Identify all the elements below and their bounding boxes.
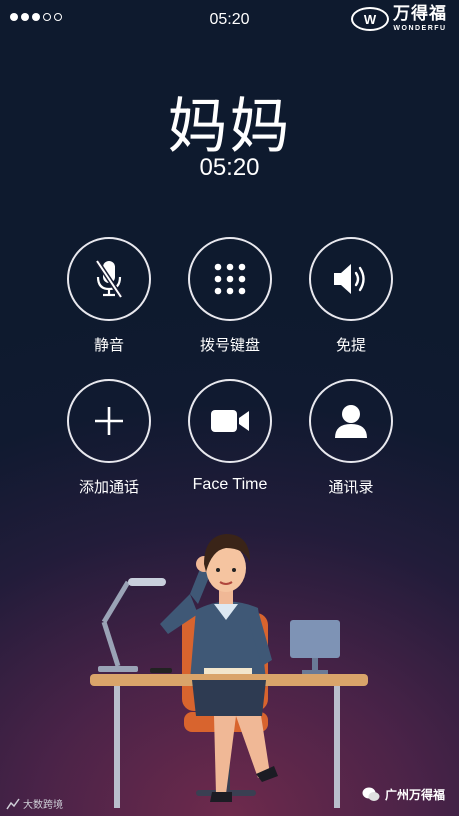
contact-person-icon	[335, 405, 367, 438]
desk-lamp-icon	[98, 578, 166, 672]
watermark-right-text: 广州万得福	[384, 788, 445, 802]
brand-name-cn: 万得福	[393, 4, 447, 24]
add-call-button[interactable]: 添加通话	[49, 379, 169, 497]
facetime-button[interactable]: Face Time	[170, 379, 290, 494]
brand-logo: W 万得福 WONDERFU	[351, 6, 447, 32]
add-call-circle[interactable]	[67, 379, 151, 463]
brand-mark-icon: W	[351, 7, 389, 31]
video-camera-icon	[211, 410, 249, 432]
facetime-label: Face Time	[192, 476, 268, 493]
watermark-left-text: 大数跨境	[23, 800, 63, 811]
mute-button[interactable]: 静音	[49, 237, 169, 355]
speaker-label: 免提	[335, 336, 366, 354]
office-woman-illustration	[90, 534, 368, 808]
plus-icon	[95, 407, 123, 435]
facetime-circle[interactable]	[188, 379, 272, 463]
watermark-left: 大数跨境	[6, 796, 63, 811]
contacts-label: 通讯录	[328, 478, 374, 496]
keypad-label: 拨号键盘	[199, 336, 260, 354]
watermark-right: 广州万得福	[362, 786, 445, 803]
caller-name: 妈妈	[167, 92, 292, 162]
mic-muted-icon	[94, 259, 124, 299]
contacts-button[interactable]: 通讯录	[291, 379, 411, 497]
chart-logo-icon	[6, 798, 20, 809]
add-call-label: 添加通话	[78, 478, 139, 496]
contacts-circle[interactable]	[309, 379, 393, 463]
monitor-icon	[290, 620, 340, 674]
mute-label: 静音	[93, 336, 124, 354]
keypad-button[interactable]: 拨号键盘	[170, 237, 290, 355]
call-duration: 05:20	[199, 154, 260, 181]
wechat-icon	[362, 787, 380, 801]
speaker-circle[interactable]	[309, 237, 393, 321]
speaker-button[interactable]: 免提	[291, 237, 411, 355]
speaker-icon	[334, 264, 365, 294]
keypad-circle[interactable]	[188, 237, 272, 321]
brand-name-en: WONDERFU	[393, 25, 447, 32]
mute-circle[interactable]	[67, 237, 151, 321]
keypad-icon	[214, 263, 246, 295]
